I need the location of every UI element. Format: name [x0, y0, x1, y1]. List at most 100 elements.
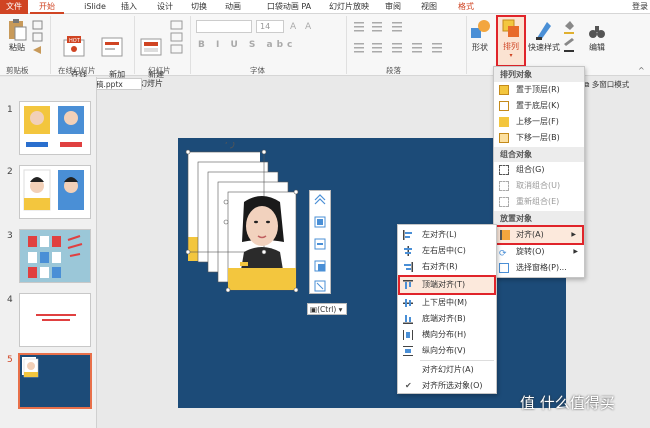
photo-stack[interactable] [184, 142, 308, 292]
ungroup-label: 取消组合(U) [516, 181, 561, 190]
menu-view[interactable]: 视图 [414, 0, 444, 14]
menu-bar: 文件 开始 iSlide 插入 设计 切换 动画 口袋动画 PA 幻灯片放映 审… [0, 0, 650, 14]
align-submenu: 左对齐(L) 左右居中(C) 右对齐(R) 顶端对齐(T) 上下居中(M) 底端… [397, 224, 497, 394]
slide-thumbnail-panel: 1 2 3 4 5 [0, 77, 97, 428]
submenu-arrow-icon: ▶ [571, 231, 576, 238]
font-family-select[interactable] [196, 20, 252, 33]
slide-5-preview [22, 357, 39, 378]
align-label: 对齐(A) [516, 230, 544, 239]
menu-animations[interactable]: 动画 [218, 0, 248, 14]
bring-forward-label: 上移一层(F) [516, 117, 559, 126]
menu-file[interactable]: 文件 [0, 0, 28, 14]
align-bottom-item[interactable]: 底端对齐(B) [398, 311, 496, 327]
quick-styles-button[interactable]: 快速样式 [526, 18, 562, 52]
multi-window-toggle[interactable]: ⧉ 多窗口模式 [584, 79, 629, 90]
section-order-objects: 排列对象 [494, 67, 584, 82]
paste-label: 粘贴 [9, 43, 25, 52]
collapse-ribbon-icon[interactable]: ^ [638, 66, 645, 75]
edit-label: 编辑 [589, 43, 605, 52]
divider [50, 16, 51, 74]
align-center-item[interactable]: 左右居中(C) [398, 243, 496, 259]
paragraph-icons[interactable] [352, 19, 462, 59]
slide-thumbnail-5[interactable] [18, 353, 92, 409]
clipboard-small-icons[interactable] [32, 20, 44, 56]
menu-islide[interactable]: iSlide [78, 0, 112, 14]
section-position-objects: 放置对象 [494, 211, 584, 226]
align-left-item[interactable]: 左对齐(L) [398, 227, 496, 243]
edit-button[interactable]: 编辑 [584, 20, 610, 52]
font-style-buttons[interactable]: B I U S abc [198, 40, 296, 50]
distribute-vertically-item[interactable]: 纵向分布(V) [398, 343, 496, 359]
svg-text:HOT: HOT [69, 38, 81, 44]
divider [420, 360, 494, 361]
slide-thumbnail-2[interactable] [19, 165, 91, 219]
ungroup-item[interactable]: 取消组合(U) [494, 178, 584, 194]
new-page-icon [101, 37, 123, 57]
bring-forward-item[interactable]: 上移一层(F) [494, 114, 584, 130]
selection-pane-label: 选择窗格(P)... [516, 263, 567, 272]
slide-number: 1 [7, 105, 13, 115]
selection-pane-icon [499, 263, 509, 273]
slide-number: 4 [7, 295, 13, 305]
slide-number: 5 [7, 355, 13, 365]
align-left-icon [403, 230, 412, 240]
align-selected-objects-item[interactable]: ✔ 对齐所选对象(O) [398, 378, 496, 394]
online-slides-icon: HOT [63, 36, 85, 57]
arrange-highlight-box [496, 15, 526, 67]
group-item[interactable]: 组合(G) [494, 162, 584, 178]
new-slide-icon [140, 38, 162, 56]
send-backward-item[interactable]: 下移一层(B) [494, 130, 584, 146]
menu-pocket-animation[interactable]: 口袋动画 PA [256, 0, 322, 14]
regroup-item[interactable]: 重新组合(E) [494, 194, 584, 210]
slide-thumbnail-1[interactable] [19, 101, 91, 155]
send-to-back-item[interactable]: 置于底层(K) [494, 98, 584, 114]
align-middle-icon [403, 299, 413, 307]
group-paragraph-label: 段落 [386, 66, 401, 75]
align-right-icon [404, 262, 413, 272]
slide-small-icons[interactable] [170, 20, 184, 56]
font-grow-shrink-icons[interactable]: A A [290, 22, 314, 32]
align-to-slide-item[interactable]: 对齐幻灯片(A) [398, 362, 496, 378]
menu-transitions[interactable]: 切换 [184, 0, 214, 14]
add-tab-icon[interactable]: + [148, 78, 156, 88]
shape-button[interactable]: 形状 [468, 18, 492, 52]
rotate-item[interactable]: ⟳ 旋转(O) ▶ [494, 244, 584, 260]
send-to-back-icon [499, 101, 509, 111]
login-link[interactable]: 登录 [630, 0, 650, 14]
paste-icon [9, 19, 27, 41]
selection-pane-item[interactable]: 选择窗格(P)... [494, 260, 584, 276]
slide-thumbnail-3[interactable] [19, 229, 91, 283]
shape-fill-outline-icons[interactable] [562, 18, 576, 58]
submenu-arrow-icon: ▶ [573, 248, 578, 255]
menu-home[interactable]: 开始 [30, 0, 64, 14]
bring-to-front-label: 置于顶层(R) [516, 85, 560, 94]
align-center-icon [404, 246, 412, 256]
quick-align-icons[interactable] [310, 191, 330, 293]
align-top-item[interactable]: 顶端对齐(T) [398, 275, 496, 295]
menu-insert[interactable]: 插入 [114, 0, 144, 14]
align-icon [500, 230, 510, 240]
font-size-select[interactable]: 14 [256, 20, 284, 33]
distribute-vertical-icon [403, 346, 413, 356]
distribute-horizontal-icon [403, 330, 413, 340]
slide-1-preview [24, 106, 84, 147]
align-item[interactable]: 对齐(A) ▶ [494, 225, 584, 245]
multi-window-label: 多窗口模式 [591, 80, 630, 89]
menu-format[interactable]: 格式 [450, 0, 482, 14]
menu-review[interactable]: 审阅 [378, 0, 408, 14]
chevron-down-icon: ▾ [336, 305, 343, 314]
align-top-label: 顶端对齐(T) [422, 280, 466, 289]
align-right-item[interactable]: 右对齐(R) [398, 259, 496, 275]
quick-styles-label: 快速样式 [528, 43, 560, 52]
menu-slideshow[interactable]: 幻灯片放映 [324, 0, 374, 14]
paste-options-tag[interactable]: ▣(Ctrl) ▾ [307, 303, 347, 315]
bring-to-front-item[interactable]: 置于顶层(R) [494, 82, 584, 98]
menu-design[interactable]: 设计 [150, 0, 180, 14]
paste-options-label: (Ctrl) [317, 305, 337, 314]
distribute-horizontally-item[interactable]: 横向分布(H) [398, 327, 496, 343]
paste-button[interactable]: 粘贴 [4, 18, 30, 52]
group-icon [499, 165, 509, 175]
align-middle-item[interactable]: 上下居中(M) [398, 295, 496, 311]
slide-thumbnail-4[interactable] [19, 293, 91, 347]
slide-number: 3 [7, 231, 13, 241]
